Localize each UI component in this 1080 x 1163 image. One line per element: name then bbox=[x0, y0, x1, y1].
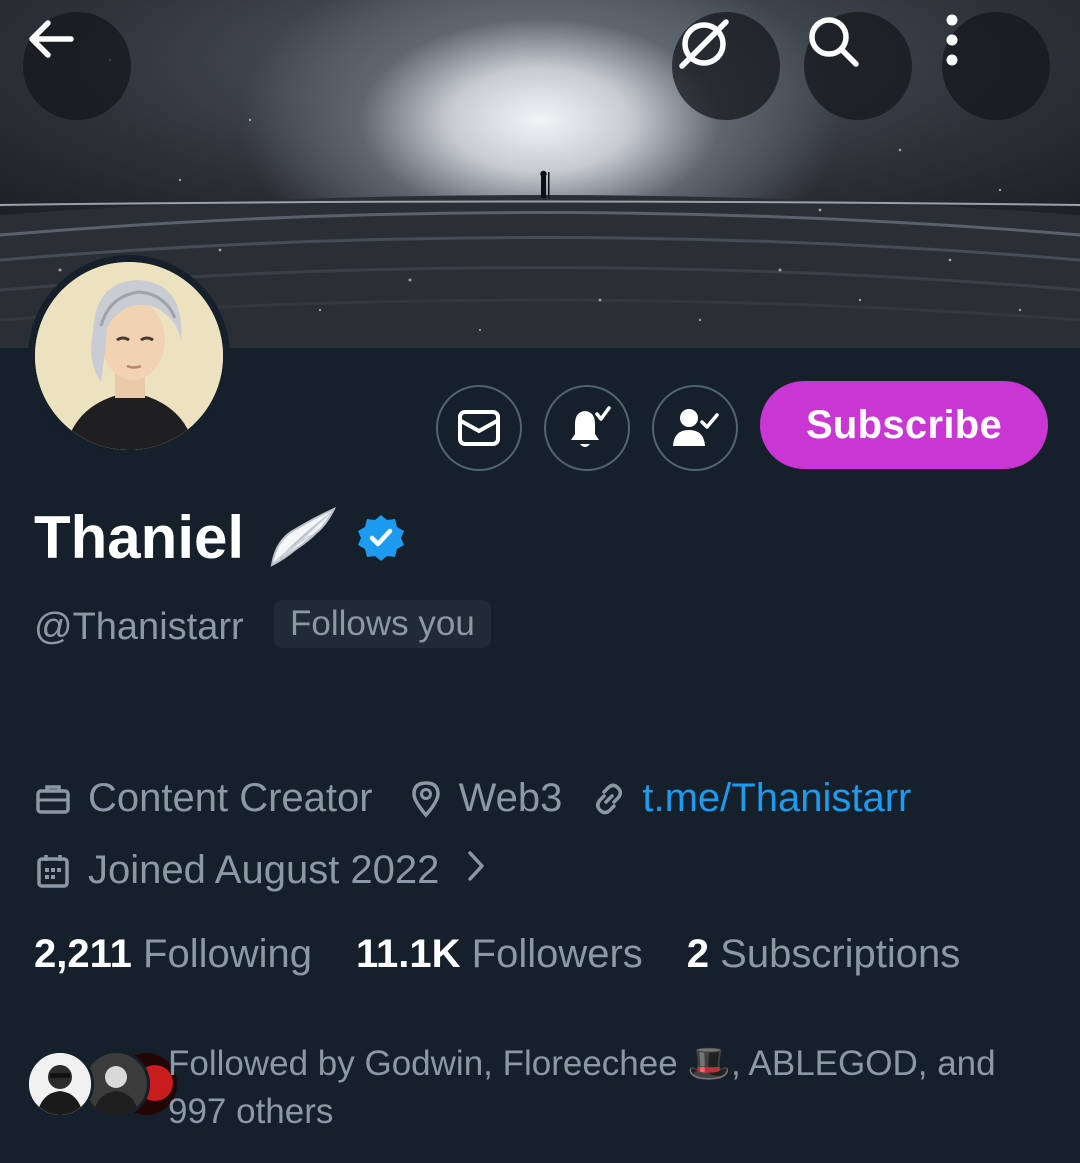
bell-check-icon bbox=[571, 406, 611, 447]
arrow-left-icon bbox=[29, 20, 74, 58]
link-icon bbox=[590, 780, 628, 818]
search-button[interactable] bbox=[804, 12, 912, 120]
following-stat[interactable]: 2,211 Following bbox=[34, 932, 312, 977]
followed-by-avatars[interactable] bbox=[26, 1050, 180, 1120]
chevron-right-icon[interactable] bbox=[465, 848, 487, 893]
followers-count: 11.1K bbox=[355, 932, 461, 976]
more-vertical-icon bbox=[946, 14, 958, 66]
back-button[interactable] bbox=[23, 12, 131, 120]
joined-row: Joined August 2022 bbox=[34, 848, 487, 893]
subscriptions-count: 2 bbox=[686, 932, 710, 976]
following-count: 2,211 bbox=[34, 932, 132, 976]
following-button[interactable] bbox=[652, 385, 738, 471]
location-icon bbox=[407, 780, 445, 818]
verified-badge-icon bbox=[358, 515, 404, 561]
joined-text: Joined August 2022 bbox=[88, 848, 440, 892]
calendar-icon bbox=[34, 852, 72, 890]
person-check-icon bbox=[673, 409, 719, 446]
following-label: Following bbox=[143, 932, 312, 976]
subscriptions-label: Subscriptions bbox=[720, 932, 961, 976]
subscribe-button[interactable]: Subscribe bbox=[760, 381, 1048, 469]
grok-slash-icon bbox=[679, 19, 729, 69]
briefcase-icon bbox=[34, 780, 72, 818]
mail-icon bbox=[458, 410, 500, 446]
follower-avatar bbox=[26, 1050, 94, 1118]
followers-label: Followers bbox=[471, 932, 643, 976]
profile-meta-row: Content Creator Web3 t.me/Thanistarr bbox=[34, 776, 911, 821]
followers-stat[interactable]: 11.1K Followers bbox=[356, 932, 643, 977]
grok-button[interactable] bbox=[672, 12, 780, 120]
avatar[interactable] bbox=[28, 255, 230, 457]
display-name: Thaniel bbox=[34, 504, 245, 571]
wing-emoji bbox=[270, 506, 337, 567]
category-text: Content Creator bbox=[88, 776, 373, 820]
follows-you-badge: Follows you bbox=[274, 600, 491, 648]
search-icon bbox=[809, 17, 859, 67]
more-button[interactable] bbox=[942, 12, 1050, 120]
notifications-button[interactable] bbox=[544, 385, 630, 471]
location-text: Web3 bbox=[458, 776, 563, 820]
followed-by-text[interactable]: Followed by Godwin, Floreechee 🎩, ABLEGO… bbox=[168, 1040, 1048, 1136]
subscriptions-stat[interactable]: 2 Subscriptions bbox=[687, 932, 961, 977]
website-link[interactable]: t.me/Thanistarr bbox=[642, 776, 911, 821]
message-button[interactable] bbox=[436, 385, 522, 471]
profile-stats: 2,211 Following 11.1K Followers 2 Subscr… bbox=[34, 932, 960, 977]
avatar-image bbox=[35, 262, 223, 450]
handle: @Thanistarr bbox=[34, 606, 244, 648]
